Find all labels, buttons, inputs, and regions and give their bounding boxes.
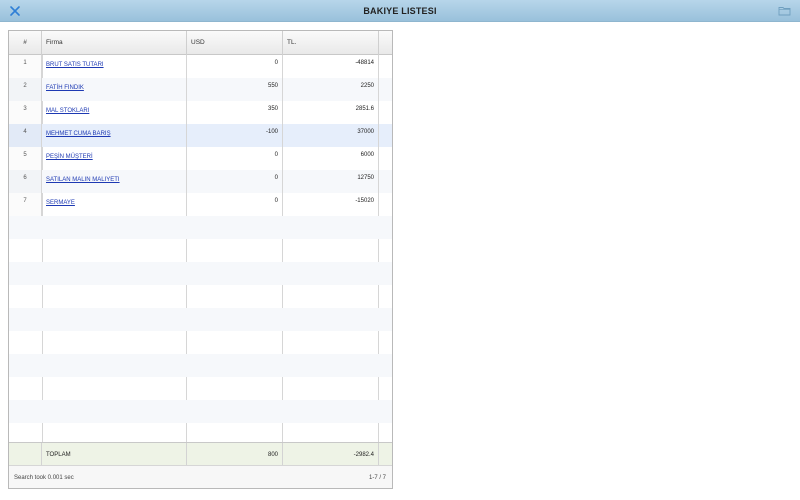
folder-icon[interactable]	[778, 5, 791, 16]
empty-row	[9, 262, 392, 285]
usd-cell: 0	[187, 147, 283, 170]
usd-cell: 0	[187, 193, 283, 216]
firma-cell: SATILAN MALIN MALIYETI	[42, 170, 187, 193]
row-number: 2	[9, 78, 42, 101]
record-range: 1-7 / 7	[368, 475, 386, 481]
usd-cell: -100	[187, 124, 283, 147]
usd-cell: 350	[187, 101, 283, 124]
table-row[interactable]: 6 SATILAN MALIN MALIYETI 0 12750	[9, 170, 392, 193]
total-usd: 800	[187, 443, 283, 465]
tl-cell: 2851.6	[283, 101, 379, 124]
column-header-spacer	[379, 31, 392, 55]
firma-cell: MEHMET CUMA BARIŞ	[42, 124, 187, 147]
empty-row	[9, 216, 392, 239]
table-row[interactable]: 7 SERMAYE 0 -15020	[9, 193, 392, 216]
grid-header: # Firma USD TL.	[9, 31, 392, 55]
firma-link[interactable]: SATILAN MALIN MALIYETI	[46, 177, 120, 183]
firma-cell: MAL STOKLARI	[42, 101, 187, 124]
tl-cell: 6000	[283, 147, 379, 170]
empty-row	[9, 354, 392, 377]
column-header-tl[interactable]: TL.	[283, 31, 379, 55]
total-tl: -2982.4	[283, 443, 379, 465]
table-row[interactable]: 5 PEŞİN MÜŞTERİ 0 6000	[9, 147, 392, 170]
firma-cell: FATİH FINDIK	[42, 78, 187, 101]
column-header-num[interactable]: #	[9, 31, 42, 55]
row-number: 1	[9, 55, 42, 78]
firma-cell: SERMAYE	[42, 193, 187, 216]
table-row[interactable]: 2 FATİH FINDIK 550 2250	[9, 78, 392, 101]
usd-cell: 0	[187, 55, 283, 78]
tl-cell: -48814	[283, 55, 379, 78]
firma-link[interactable]: BRUT SATIS TUTARI	[46, 62, 104, 68]
row-number: 5	[9, 147, 42, 170]
firma-link[interactable]: MEHMET CUMA BARIŞ	[46, 131, 111, 137]
row-number: 3	[9, 101, 42, 124]
status-bar: Search took 0.001 sec 1-7 / 7	[9, 465, 392, 488]
grid-body: 1 BRUT SATIS TUTARI 0 -48814 2 FATİH FIN…	[9, 55, 392, 442]
page-title: BAKIYE LISTESI	[363, 6, 437, 16]
firma-link[interactable]: PEŞİN MÜŞTERİ	[46, 154, 93, 160]
table-row-selected[interactable]: 4 MEHMET CUMA BARIŞ -100 37000	[9, 124, 392, 147]
total-spacer	[379, 443, 392, 465]
firma-link[interactable]: SERMAYE	[46, 200, 75, 206]
total-row: TOPLAM 800 -2982.4	[9, 442, 392, 465]
firma-cell: BRUT SATIS TUTARI	[42, 55, 187, 78]
tl-cell: -15020	[283, 193, 379, 216]
total-label: TOPLAM	[42, 443, 187, 465]
empty-row	[9, 423, 392, 442]
empty-row	[9, 400, 392, 423]
tl-cell: 2250	[283, 78, 379, 101]
firma-cell: PEŞİN MÜŞTERİ	[42, 147, 187, 170]
row-number: 7	[9, 193, 42, 216]
usd-cell: 550	[187, 78, 283, 101]
row-number: 6	[9, 170, 42, 193]
tl-cell: 37000	[283, 124, 379, 147]
firma-link[interactable]: MAL STOKLARI	[46, 108, 89, 114]
table-row[interactable]: 1 BRUT SATIS TUTARI 0 -48814	[9, 55, 392, 78]
empty-row	[9, 377, 392, 400]
empty-row	[9, 239, 392, 262]
row-number: 4	[9, 124, 42, 147]
table-row[interactable]: 3 MAL STOKLARI 350 2851.6	[9, 101, 392, 124]
empty-row	[9, 331, 392, 354]
empty-row	[9, 285, 392, 308]
total-num-cell	[9, 443, 42, 465]
column-header-usd[interactable]: USD	[187, 31, 283, 55]
balance-grid: # Firma USD TL. 1 BRUT SATIS TUTARI 0 -4…	[8, 30, 393, 489]
title-bar: BAKIYE LISTESI	[0, 0, 800, 22]
usd-cell: 0	[187, 170, 283, 193]
search-time: Search took 0.001 sec	[14, 475, 74, 481]
firma-link[interactable]: FATİH FINDIK	[46, 85, 84, 91]
empty-row	[9, 308, 392, 331]
tl-cell: 12750	[283, 170, 379, 193]
column-header-firma[interactable]: Firma	[42, 31, 187, 55]
